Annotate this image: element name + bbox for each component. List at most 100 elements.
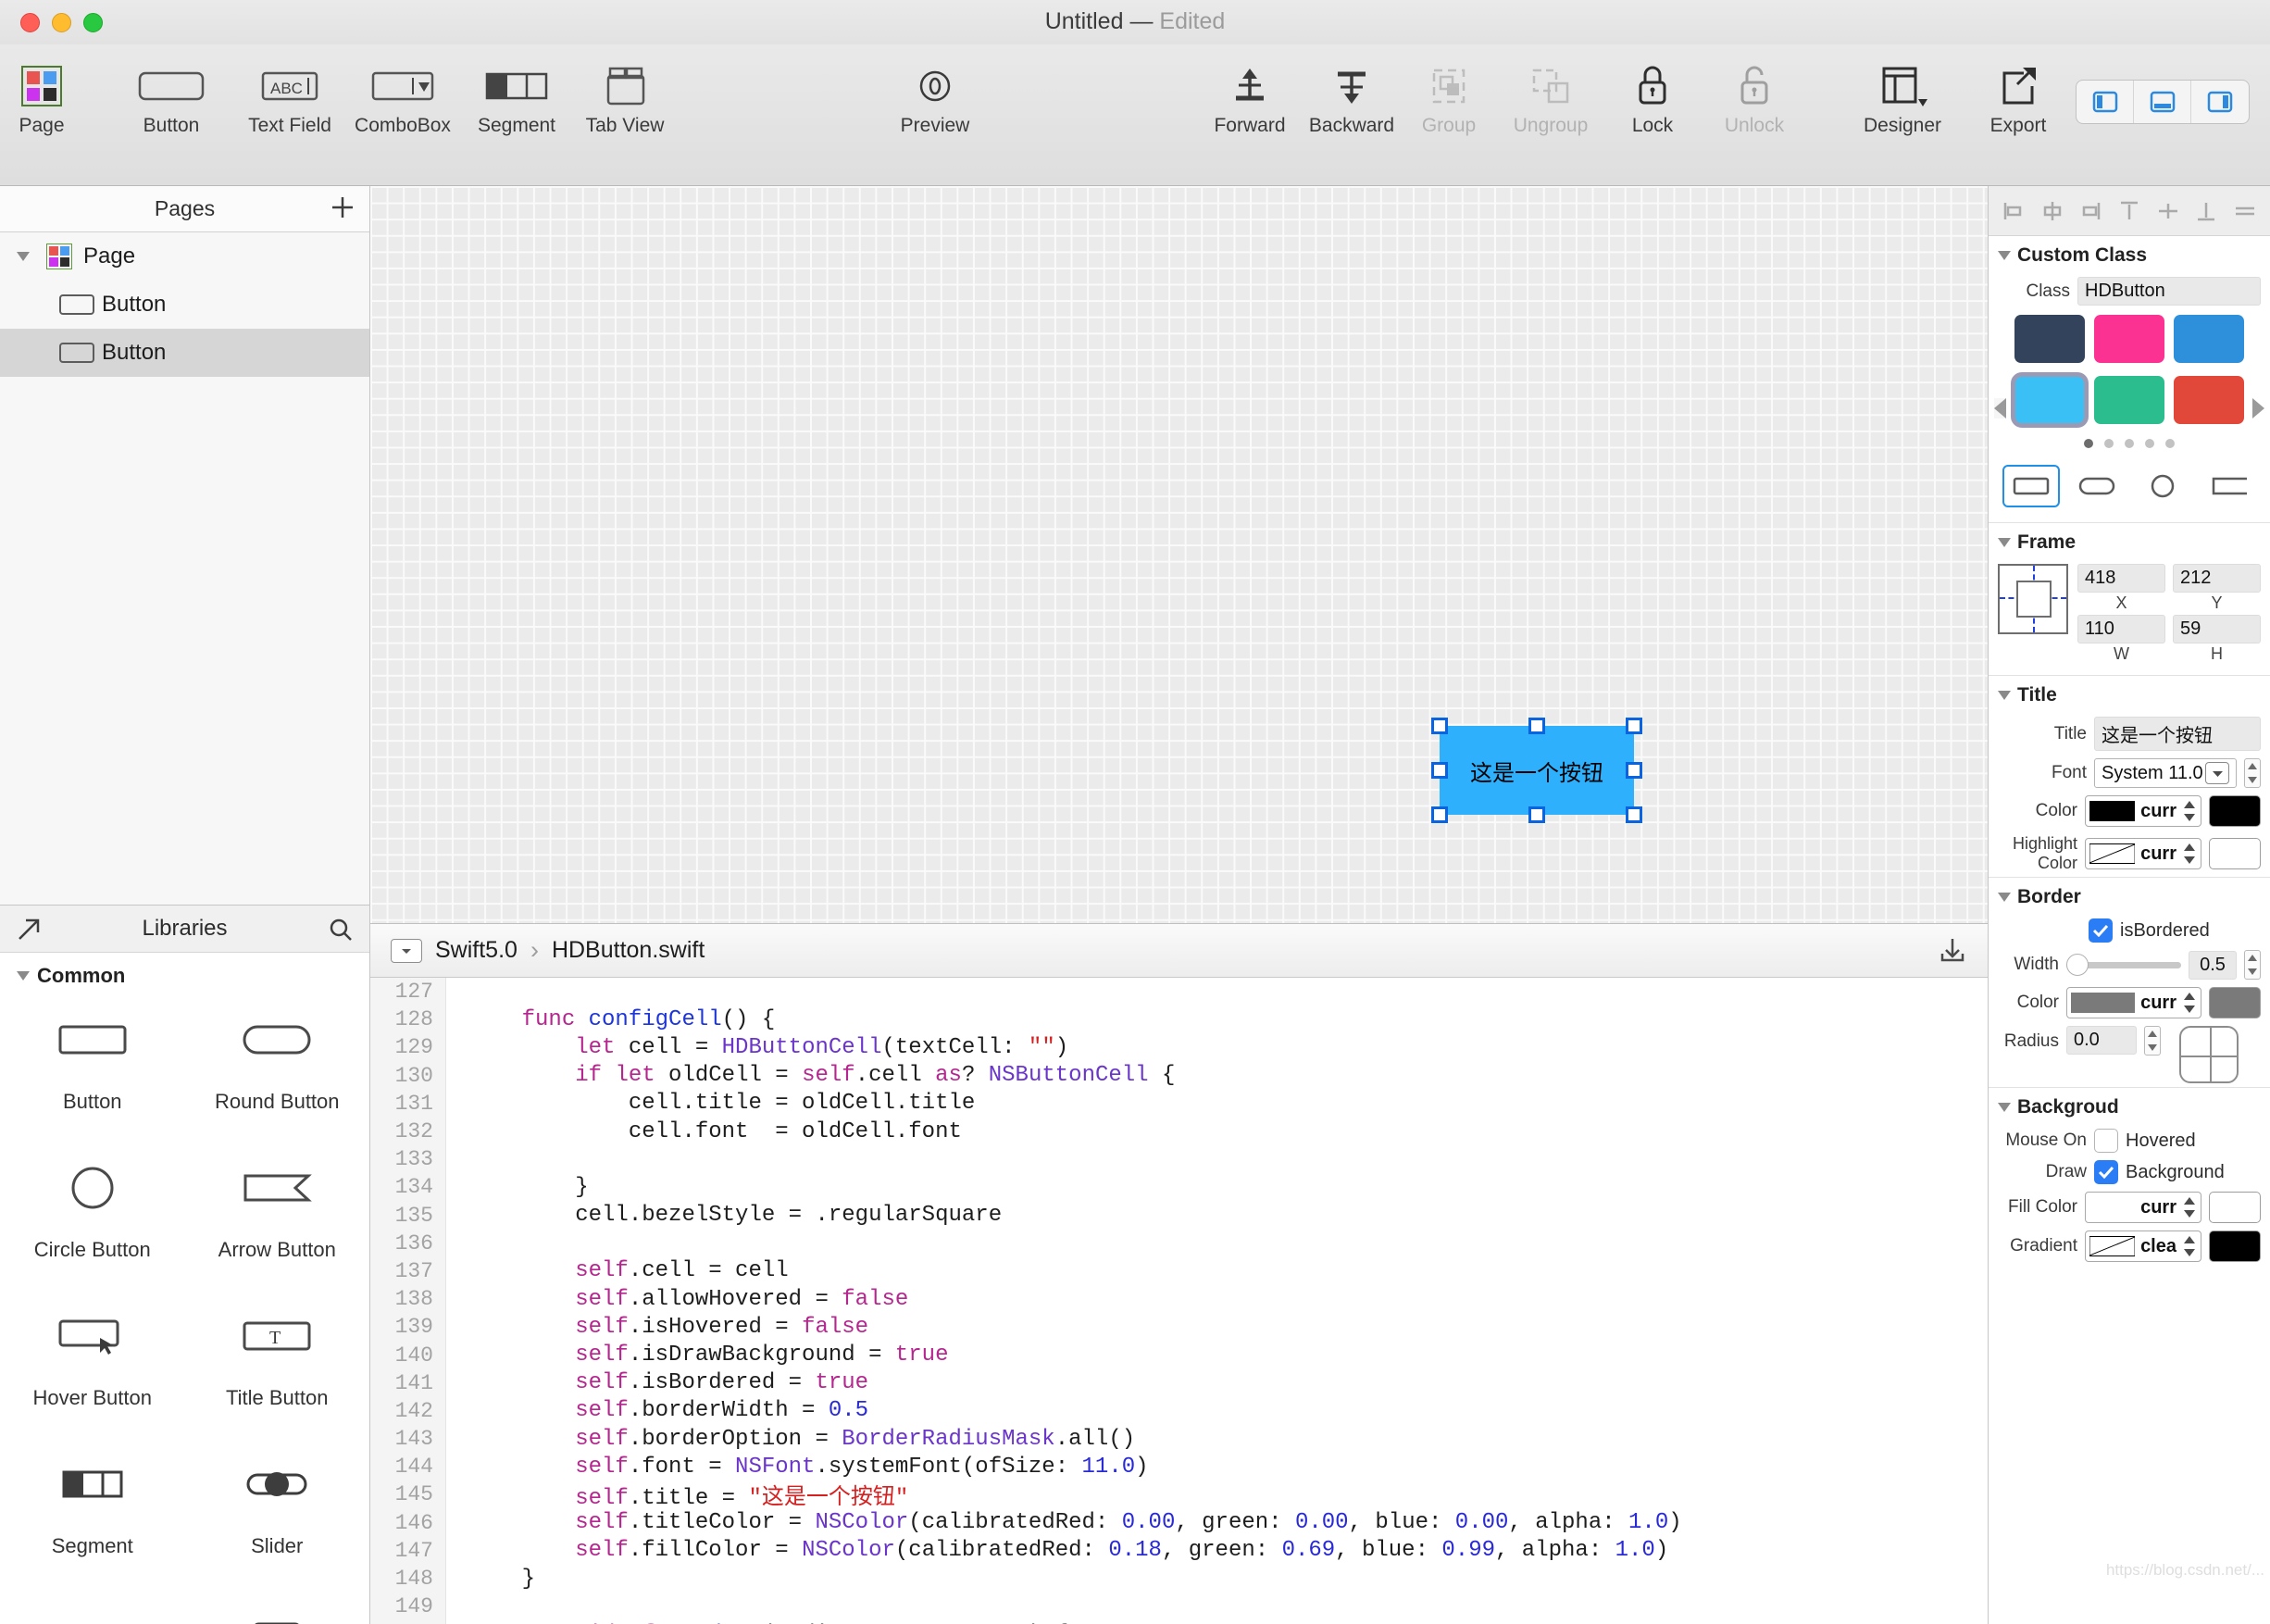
title-color-stepper[interactable] <box>2182 798 2197 824</box>
shape-pill-icon[interactable] <box>2068 465 2126 507</box>
title-input[interactable]: 这是一个按钮 <box>2094 717 2261 751</box>
search-icon[interactable] <box>327 916 355 943</box>
library-item-button[interactable]: Button <box>0 990 185 1138</box>
border-width-input[interactable]: 0.5 <box>2189 950 2237 980</box>
chevron-down-icon[interactable] <box>2205 762 2229 784</box>
fill-color-well[interactable]: curr <box>2085 1192 2201 1223</box>
shape-partial-icon[interactable] <box>2200 465 2257 507</box>
left-panel-toggle[interactable] <box>2077 81 2134 123</box>
carousel-prev-icon[interactable] <box>1994 398 2006 418</box>
title-color-swatch[interactable] <box>2209 795 2261 827</box>
toolbar-forward[interactable]: Forward <box>1199 59 1301 137</box>
page-dot[interactable] <box>2084 439 2093 448</box>
canvas-selected-button[interactable]: 这是一个按钮 <box>1440 726 1634 815</box>
library-item-slider[interactable]: Slider <box>185 1434 370 1582</box>
preset-swatch[interactable] <box>2174 376 2244 424</box>
section-background[interactable]: Backgroud <box>1989 1087 2270 1125</box>
gradient-well[interactable]: clea <box>2085 1230 2201 1262</box>
tree-item-page[interactable]: Page <box>0 232 369 281</box>
toolbar-segment[interactable]: Segment <box>466 59 568 137</box>
highlight-color-well[interactable]: curr <box>2085 838 2201 869</box>
chevron-down-icon[interactable] <box>1998 251 2011 260</box>
jump-bar-icon[interactable] <box>391 938 422 963</box>
resize-handle-ml[interactable] <box>1431 762 1448 779</box>
class-input[interactable]: HDButton <box>2077 277 2261 306</box>
frame-w-input[interactable]: 110 <box>2077 615 2165 643</box>
right-panel-toggle[interactable] <box>2191 81 2249 123</box>
shape-circle-icon[interactable] <box>2134 465 2191 507</box>
chevron-down-icon[interactable] <box>17 244 41 269</box>
gradient-stepper[interactable] <box>2182 1233 2197 1259</box>
toolbar-export[interactable]: Export <box>1967 59 2069 137</box>
resize-handle-tr[interactable] <box>1626 718 1642 734</box>
preset-swatch[interactable] <box>2174 315 2244 363</box>
gradient-swatch[interactable] <box>2209 1230 2261 1262</box>
library-item-round-button[interactable]: Round Button <box>185 990 370 1138</box>
fill-color-stepper[interactable] <box>2182 1194 2197 1220</box>
section-border[interactable]: Border <box>1989 877 2270 915</box>
align-top-icon[interactable] <box>2117 199 2141 223</box>
is-bordered-checkbox[interactable] <box>2089 918 2113 943</box>
align-center-v-icon[interactable] <box>2156 199 2180 223</box>
library-item-segment[interactable]: Segment <box>0 1434 185 1582</box>
carousel-next-icon[interactable] <box>2252 398 2264 418</box>
toolbar-group[interactable]: Group <box>1398 59 1500 137</box>
plus-icon[interactable] <box>329 194 356 221</box>
toolbar-designer[interactable]: Designer <box>1852 59 1953 137</box>
font-size-stepper[interactable] <box>2244 758 2261 788</box>
library-item-hover-button[interactable]: Hover Button <box>0 1286 185 1434</box>
hovered-checkbox[interactable] <box>2094 1129 2118 1153</box>
corner-radius-picker[interactable] <box>2179 1026 2239 1083</box>
frame-x-input[interactable]: 418 <box>2077 564 2165 593</box>
border-color-well[interactable]: curr <box>2066 987 2201 1018</box>
toolbar-combobox[interactable]: ComboBox <box>352 59 454 137</box>
toolbar-preview[interactable]: Preview <box>884 59 986 137</box>
code-language-label[interactable]: Swift5.0 <box>435 937 518 964</box>
border-radius-stepper[interactable] <box>2144 1026 2161 1056</box>
shape-rect-icon[interactable] <box>2002 465 2060 507</box>
chevron-down-icon[interactable] <box>17 970 30 981</box>
chevron-down-icon[interactable] <box>1998 538 2011 547</box>
highlight-color-swatch[interactable] <box>2209 838 2261 869</box>
resize-handle-tl[interactable] <box>1431 718 1448 734</box>
align-center-h-icon[interactable] <box>2040 199 2064 223</box>
preset-swatch-selected[interactable] <box>2011 372 2089 428</box>
border-width-slider[interactable] <box>2066 953 2181 977</box>
border-color-swatch[interactable] <box>2209 987 2261 1018</box>
align-bottom-icon[interactable] <box>2194 199 2218 223</box>
highlight-color-stepper[interactable] <box>2182 841 2197 867</box>
section-frame[interactable]: Frame <box>1989 522 2270 560</box>
preset-swatch[interactable] <box>2094 315 2164 363</box>
bottom-panel-toggle[interactable] <box>2134 81 2191 123</box>
tree-item-button-1[interactable]: Button <box>0 281 369 329</box>
library-section-common[interactable]: Common <box>0 953 369 990</box>
toolbar-page[interactable]: Page <box>0 59 93 137</box>
library-item-gauge[interactable] <box>0 1582 185 1624</box>
page-dot[interactable] <box>2125 439 2134 448</box>
toolbar-tab-view[interactable]: Tab View <box>574 59 676 137</box>
border-radius-input[interactable]: 0.0 <box>2066 1026 2137 1055</box>
page-dot[interactable] <box>2165 439 2175 448</box>
tree-item-button-2[interactable]: Button <box>0 329 369 377</box>
resize-handle-mr[interactable] <box>1626 762 1642 779</box>
library-item-arrow-button[interactable]: Arrow Button <box>185 1138 370 1286</box>
font-select[interactable]: System 11.0 <box>2094 758 2237 788</box>
frame-h-input[interactable]: 59 <box>2173 615 2261 643</box>
code-filename-label[interactable]: HDButton.swift <box>552 937 705 964</box>
toolbar-lock[interactable]: Lock <box>1602 59 1703 137</box>
code-editor[interactable]: 127 128 func configCell() {129 let cell =… <box>370 978 1988 1624</box>
download-icon[interactable] <box>1938 935 1967 965</box>
border-width-stepper[interactable] <box>2244 950 2261 980</box>
resize-handle-bc[interactable] <box>1528 806 1545 823</box>
page-dot[interactable] <box>2145 439 2154 448</box>
toolbar-ungroup[interactable]: Ungroup <box>1500 59 1602 137</box>
border-color-stepper[interactable] <box>2182 990 2197 1016</box>
distribute-icon[interactable] <box>2233 199 2257 223</box>
toolbar-text-field[interactable]: ABC Text Field <box>239 59 341 137</box>
resize-handle-tc[interactable] <box>1528 718 1545 734</box>
preset-swatch[interactable] <box>2094 376 2164 424</box>
toolbar-unlock[interactable]: Unlock <box>1703 59 1805 137</box>
frame-y-input[interactable]: 212 <box>2173 564 2261 593</box>
align-right-icon[interactable] <box>2078 199 2102 223</box>
title-color-well[interactable]: curr <box>2085 795 2201 827</box>
